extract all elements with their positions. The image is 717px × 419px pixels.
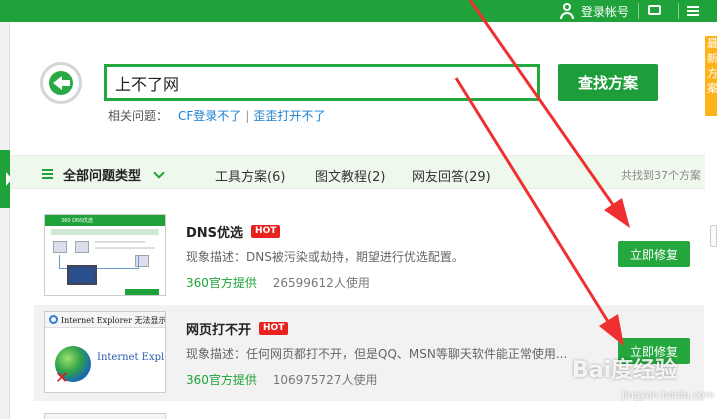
next-item-thumbnail[interactable]: [44, 413, 166, 419]
menu-icon[interactable]: [687, 6, 699, 16]
related-link[interactable]: CF登录不了: [178, 107, 241, 124]
watermark-logo: Bai度经验: [572, 358, 678, 383]
item-users: 106975727人使用: [272, 373, 378, 387]
search-input[interactable]: [107, 67, 537, 98]
item-title[interactable]: DNS优选 HOT: [186, 222, 281, 241]
filter-bar: 全部问题类型 工具方案(6) 图文教程(2) 网友回答(29) 共找到37个方案: [10, 155, 705, 189]
item-title-text: DNS优选: [186, 226, 244, 241]
user-icon: [559, 3, 575, 19]
filter-all-label: 全部问题类型: [63, 169, 142, 184]
item-meta: 360官方提供 26599612人使用: [186, 274, 370, 291]
item-users: 26599612人使用: [272, 276, 370, 290]
side-promo-widget[interactable]: 最新方案: [705, 36, 717, 116]
fix-now-button[interactable]: 立即修复: [618, 241, 690, 267]
filter-all-types[interactable]: 全部问题类型: [42, 165, 165, 184]
related-link[interactable]: 歪歪打开不了: [253, 107, 325, 124]
related-divider: |: [245, 108, 250, 123]
item-provider: 360官方提供: [186, 373, 257, 387]
search-box: [104, 64, 540, 101]
thumb-title: Internet Explorer 无法显示: [61, 316, 166, 325]
sidebar-active-tab[interactable]: [0, 150, 12, 208]
error-x-icon: ✕: [55, 368, 69, 387]
left-sidebar: [0, 22, 10, 419]
tab-tutorials[interactable]: 图文教程(2): [315, 166, 385, 185]
tab-user-answers[interactable]: 网友回答(29): [412, 166, 491, 185]
item-thumbnail[interactable]: Internet Explorer 无法显示 ✕ Internet Expl: [44, 311, 166, 393]
related-label: 相关问题：: [108, 109, 169, 123]
watermark-url: jingyan.baidu.com: [622, 390, 715, 401]
message-icon[interactable]: [648, 5, 661, 15]
chevron-down-icon: [153, 166, 165, 179]
search-button[interactable]: 查找方案: [558, 64, 658, 101]
item-title-text: 网页打不开: [186, 323, 252, 338]
top-bar: 登录帐号: [0, 0, 717, 22]
tab-tools[interactable]: 工具方案(6): [215, 166, 285, 185]
hot-badge: HOT: [259, 322, 289, 335]
thumb-title: 360 DNS优选: [61, 218, 93, 224]
login-label: 登录帐号: [580, 4, 629, 19]
back-arrow-icon: [61, 80, 70, 86]
topbar-divider: [638, 3, 639, 19]
thumb-body: Internet Expl: [97, 352, 165, 363]
back-button[interactable]: [40, 62, 82, 104]
hot-badge: HOT: [251, 225, 281, 238]
item-meta: 360官方提供 106975727人使用: [186, 371, 377, 388]
ie-icon: [49, 315, 58, 324]
item-title[interactable]: 网页打不开 HOT: [186, 319, 289, 338]
item-provider: 360官方提供: [186, 276, 257, 290]
result-count: 共找到37个方案: [621, 169, 701, 182]
login-link[interactable]: 登录帐号: [559, 0, 629, 22]
item-description: 现象描述：DNS被污染或劫持，期望进行优选配置。: [186, 250, 464, 264]
list-item: 360 DNS优选 DNS优选 HOT 现象描述：DNS被污染或劫持，期望进行优…: [34, 208, 704, 300]
item-thumbnail[interactable]: 360 DNS优选: [44, 214, 166, 296]
item-description: 现象描述：任何网页都打不开，但是QQ、MSN等聊天软件能正常使用...: [186, 347, 568, 361]
list-icon: [42, 169, 53, 180]
topbar-divider: [678, 3, 679, 19]
related-questions: 相关问题： CF登录不了 | 歪歪打开不了: [108, 107, 325, 124]
scroll-handle[interactable]: [710, 225, 717, 247]
